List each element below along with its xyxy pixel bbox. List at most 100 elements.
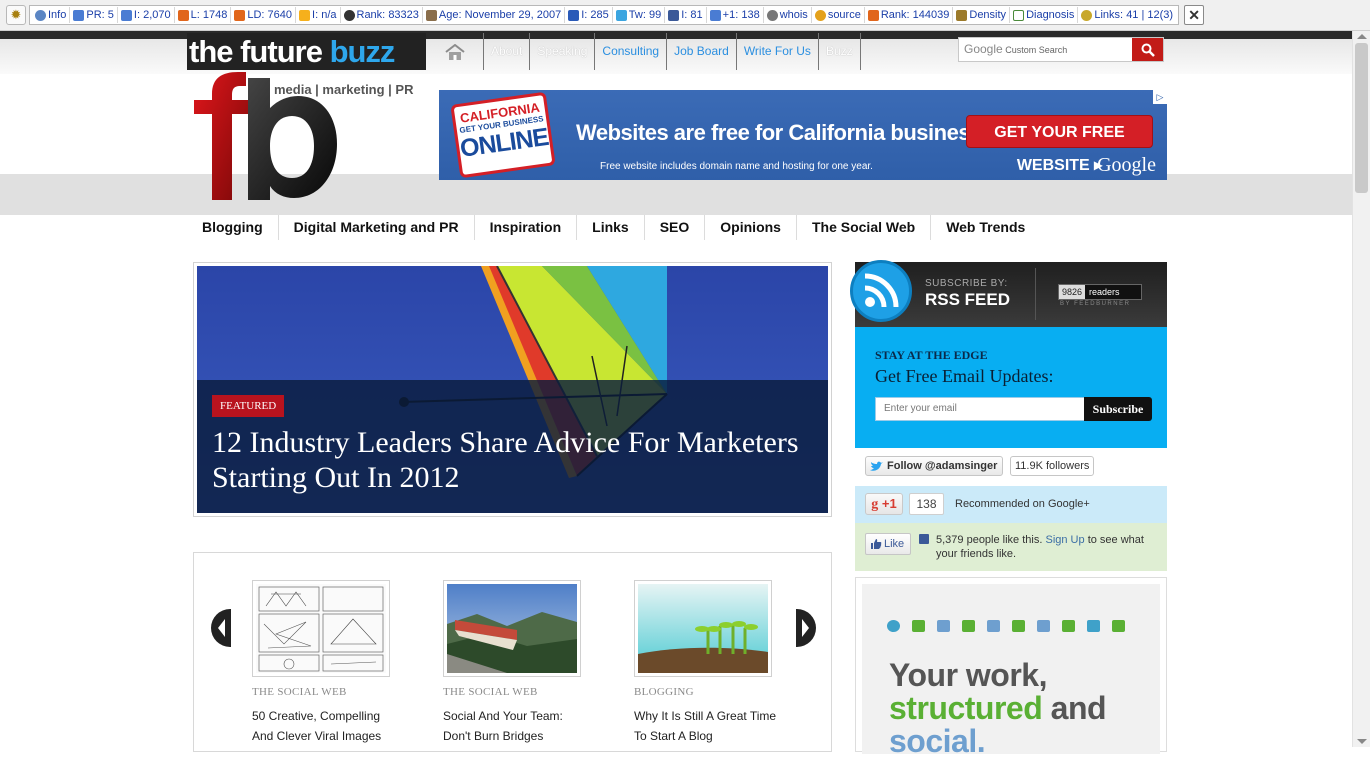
post-category[interactable]: THE SOCIAL WEB xyxy=(252,686,347,698)
category-web-trends[interactable]: Web Trends xyxy=(930,215,1040,240)
chat-icon xyxy=(887,620,900,632)
featured-badge[interactable]: FEATURED xyxy=(212,395,285,417)
feedburner-readers-label: readers xyxy=(1089,287,1120,297)
feedburner-counter[interactable]: 9826 readers xyxy=(1058,284,1142,300)
promo-line3: social. xyxy=(889,723,986,759)
ad-california-badge: CALIFORNIA GET YOUR BUSINESS ONLINE xyxy=(450,91,556,179)
gallery-icon xyxy=(1087,620,1100,632)
seo-info-item[interactable]: Info xyxy=(32,7,71,23)
seo-source-item[interactable]: source xyxy=(812,7,865,23)
facebook-signup-link[interactable]: Sign Up xyxy=(1045,534,1084,546)
post-card[interactable]: THE SOCIAL WEB 50 Creative, Compelling A… xyxy=(252,580,390,743)
seo-semrush-rank-item[interactable]: Rank: 144039 xyxy=(865,7,954,23)
toolbar-close-icon[interactable]: ✕ xyxy=(1184,5,1205,25)
post-card[interactable]: THE SOCIAL WEB Social And Your Team: Don… xyxy=(443,580,581,743)
search-input[interactable]: Google Custom Search xyxy=(959,38,1132,61)
featured-title[interactable]: 12 Industry Leaders Share Advice For Mar… xyxy=(212,425,812,495)
scrollbar-thumb[interactable] xyxy=(1355,43,1368,193)
gplus-count: 138 xyxy=(909,493,944,515)
gplus-button-label: +1 xyxy=(881,496,897,511)
seo-whois-item[interactable]: whois xyxy=(764,7,812,23)
carousel-next-button[interactable] xyxy=(796,609,816,647)
ad-headline: Websites are free for California busines… xyxy=(576,120,1011,145)
search-icon xyxy=(1141,43,1155,57)
leaf-icon xyxy=(1062,620,1075,632)
nav-item-job-board[interactable]: Job Board xyxy=(666,33,736,70)
facebook-icon xyxy=(919,534,929,544)
category-opinions[interactable]: Opinions xyxy=(704,215,796,240)
ad-google-brand: Google xyxy=(1097,154,1156,176)
adchoices-icon[interactable]: ▷ xyxy=(1153,90,1167,104)
post-category[interactable]: BLOGGING xyxy=(634,686,694,698)
calendar-icon xyxy=(937,620,950,632)
seo-gplus-item[interactable]: +1: 138 xyxy=(707,7,764,23)
seo-linking-domains-item[interactable]: LD: 7640 xyxy=(231,7,297,23)
nav-item-speaking[interactable]: Speaking xyxy=(529,33,594,70)
email-title: Get Free Email Updates: xyxy=(875,366,1054,386)
carousel-prev-button[interactable] xyxy=(211,609,231,647)
category-inspiration[interactable]: Inspiration xyxy=(473,215,577,240)
post-card[interactable]: BLOGGING Why It Is Still A Great Time To… xyxy=(634,580,776,743)
seo-density-item[interactable]: Density xyxy=(953,7,1011,23)
rss-feed-label[interactable]: RSS FEED xyxy=(925,290,1010,310)
banner-ad[interactable]: ▷ CALIFORNIA GET YOUR BUSINESS ONLINE We… xyxy=(439,90,1167,180)
post-title[interactable]: Why It Is Still A Great Time To Start A … xyxy=(634,706,784,746)
nav-home-icon[interactable] xyxy=(426,33,483,70)
category-social-web[interactable]: The Social Web xyxy=(795,215,930,240)
sidebar-promo-ad[interactable]: Your work, structured and social. xyxy=(855,577,1167,758)
search-button[interactable] xyxy=(1132,38,1163,61)
site-brand-logo[interactable]: the future buzz xyxy=(187,33,426,70)
category-blogging[interactable]: Blogging xyxy=(187,215,278,240)
document-icon xyxy=(1012,620,1025,632)
toolbar-settings-icon[interactable]: ✹ xyxy=(6,5,26,25)
seo-google-index-item[interactable]: I: 2,070 xyxy=(118,7,175,23)
twitter-followers-count[interactable]: 11.9K followers xyxy=(1010,456,1095,476)
contact-icon xyxy=(962,620,975,632)
category-links[interactable]: Links xyxy=(576,215,644,240)
seo-links-count-item[interactable]: Links: 41 | 12(3) xyxy=(1078,7,1176,23)
post-category[interactable]: THE SOCIAL WEB xyxy=(443,686,538,698)
scroll-down-arrow-icon[interactable] xyxy=(1357,739,1367,744)
rss-icon[interactable] xyxy=(850,260,912,322)
email-field[interactable]: Enter your email xyxy=(875,397,1085,421)
twitter-follow-label: Follow @adamsinger xyxy=(887,460,998,472)
post-title[interactable]: 50 Creative, Compelling And Clever Viral… xyxy=(252,706,402,746)
category-digital-marketing[interactable]: Digital Marketing and PR xyxy=(277,215,474,240)
nav-item-about[interactable]: About xyxy=(483,33,529,70)
facebook-like-button[interactable]: Like xyxy=(865,533,911,555)
vertical-scrollbar[interactable] xyxy=(1352,31,1370,747)
gplus-g-icon: g xyxy=(871,497,879,512)
gplus-one-button[interactable]: g +1 xyxy=(865,493,903,515)
seo-diagnosis-item[interactable]: Diagnosis xyxy=(1010,7,1079,23)
thumbs-up-icon xyxy=(871,539,882,549)
image-icon xyxy=(1037,620,1050,632)
ad-cta-button[interactable]: GET YOUR FREE WEBSITE ▸ xyxy=(966,115,1153,174)
rss-subscribe-by: SUBSCRIBE BY: xyxy=(925,278,1008,289)
nav-item-buzz[interactable]: Buzz xyxy=(817,33,861,70)
subscribe-button[interactable]: Subscribe xyxy=(1084,397,1152,421)
seo-pagerank-item[interactable]: PR: 5 xyxy=(70,7,118,23)
nav-item-consulting[interactable]: Consulting xyxy=(594,33,666,70)
chevron-right-icon xyxy=(802,619,809,637)
seo-links-item[interactable]: L: 1748 xyxy=(175,7,232,23)
nav-item-write-for-us[interactable]: Write For Us xyxy=(735,33,818,70)
seo-toolbar: ✹ Info PR: 5 I: 2,070 L: 1748 LD: 7640 I… xyxy=(0,0,1370,31)
seo-twitter-item[interactable]: Tw: 99 xyxy=(613,7,666,23)
seo-bing-index-item[interactable]: I: n/a xyxy=(296,7,341,23)
twitter-follow-button[interactable]: Follow @adamsinger xyxy=(865,456,1004,476)
twitter-follow-row: Follow @adamsinger 11.9K followers xyxy=(855,448,1167,486)
scroll-up-arrow-icon[interactable] xyxy=(1357,34,1367,39)
seo-facebook-item[interactable]: I: 81 xyxy=(665,7,707,23)
mail-icon xyxy=(912,620,925,632)
main-nav: About Speaking Consulting Job Board Writ… xyxy=(426,33,861,70)
seo-domain-age-item[interactable]: Age: November 29, 2007 xyxy=(423,7,566,23)
search-google-label: Google xyxy=(964,42,1003,56)
post-thumbnail[interactable] xyxy=(634,580,772,677)
post-title[interactable]: Social And Your Team: Don't Burn Bridges xyxy=(443,706,593,746)
post-thumbnail[interactable] xyxy=(252,580,390,677)
seo-alexa-rank-item[interactable]: Rank: 83323 xyxy=(341,7,423,23)
promo-line1: Your work, xyxy=(889,657,1047,693)
post-thumbnail[interactable] xyxy=(443,580,581,677)
category-seo[interactable]: SEO xyxy=(643,215,705,240)
seo-delicious-item[interactable]: I: 285 xyxy=(565,7,613,23)
